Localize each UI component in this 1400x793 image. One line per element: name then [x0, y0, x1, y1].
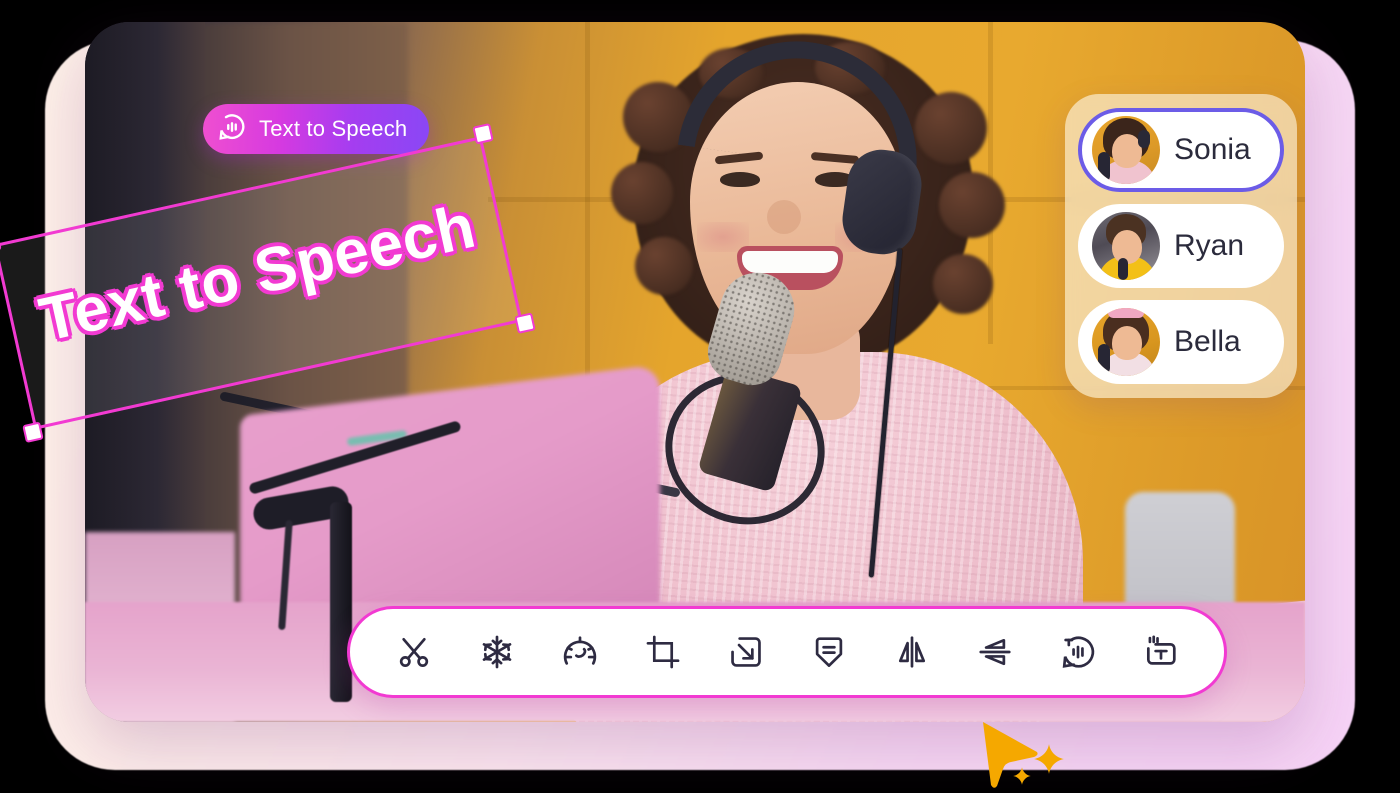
voice-name-label: Ryan — [1174, 229, 1245, 262]
resize-handle-bottom-right[interactable] — [514, 312, 536, 334]
bella-avatar — [1092, 308, 1160, 376]
sparkle-icon — [1012, 766, 1032, 791]
speech-bubble-waveform-icon — [217, 112, 247, 147]
freeze-snowflake-icon[interactable] — [469, 624, 525, 680]
resize-handle-bottom-left[interactable] — [22, 421, 44, 443]
text-to-speech-icon[interactable] — [1050, 624, 1106, 680]
voice-name-label: Sonia — [1174, 133, 1251, 166]
voice-list-panel[interactable]: Sonia Ryan Bella — [1065, 94, 1297, 398]
editing-toolbar[interactable] — [347, 606, 1227, 698]
text-to-speech-badge[interactable]: Text to Speech — [203, 104, 430, 154]
flip-horizontal-icon[interactable] — [884, 624, 940, 680]
sonia-avatar — [1092, 116, 1160, 184]
voice-item-sonia[interactable]: Sonia — [1078, 108, 1284, 192]
subtitle-shield-icon[interactable] — [801, 624, 857, 680]
speed-gauge-icon[interactable] — [552, 624, 608, 680]
resize-arrow-box-icon[interactable] — [718, 624, 774, 680]
split-scissors-icon[interactable] — [386, 624, 442, 680]
sparkle-icon — [1032, 742, 1066, 781]
badge-label: Text to Speech — [259, 116, 408, 141]
ryan-avatar — [1092, 212, 1160, 280]
voice-item-ryan[interactable]: Ryan — [1078, 204, 1284, 288]
crop-icon[interactable] — [635, 624, 691, 680]
resize-handle-top-right[interactable] — [472, 123, 494, 145]
text-box-icon[interactable] — [1133, 624, 1189, 680]
voice-item-bella[interactable]: Bella — [1078, 300, 1284, 384]
voice-name-label: Bella — [1174, 325, 1241, 358]
flip-vertical-icon[interactable] — [967, 624, 1023, 680]
